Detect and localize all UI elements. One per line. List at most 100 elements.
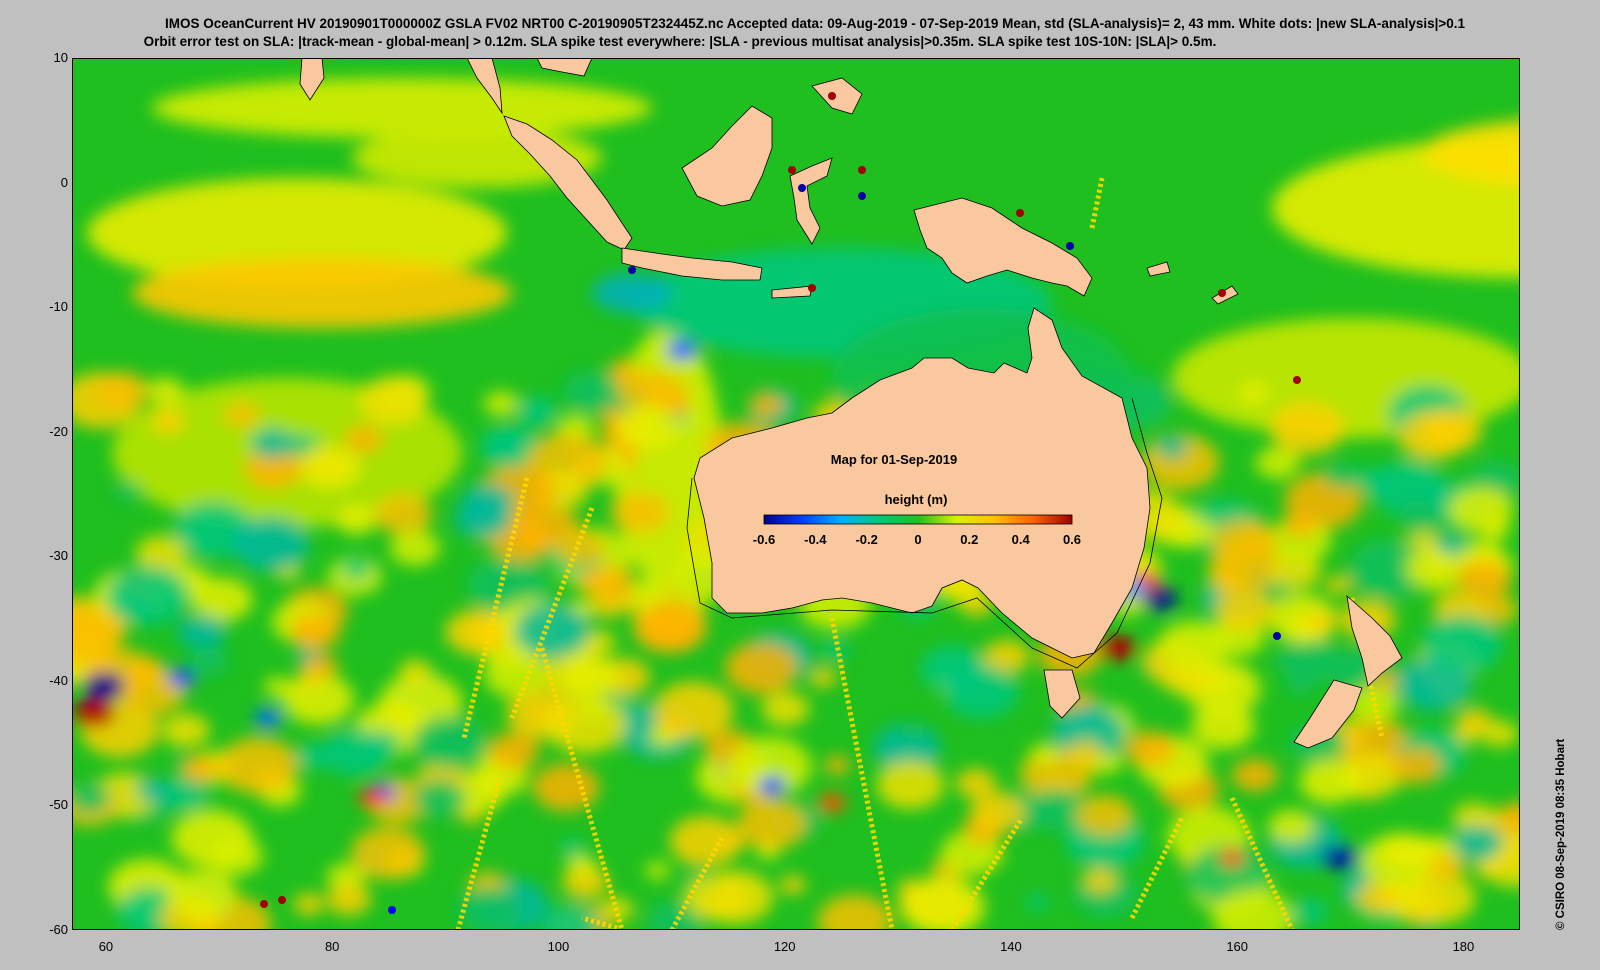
sla-eddy (653, 681, 734, 740)
sla-eddy (823, 755, 851, 775)
sla-eddy (616, 404, 680, 450)
flagged-dot (628, 266, 636, 274)
lat-tick: -60 (49, 922, 68, 937)
flagged-dot (798, 184, 806, 192)
sla-eddy (1231, 758, 1278, 792)
sla-eddy (359, 376, 428, 425)
lon-tick: 80 (324, 939, 340, 954)
sla-eddy (399, 659, 432, 683)
sla-eddy (344, 425, 383, 453)
colorbar-tick: 0 (914, 532, 921, 547)
lat-tick: 10 (53, 50, 68, 65)
colorbar-tick: -0.4 (804, 532, 827, 547)
lon-tick: 120 (773, 939, 796, 954)
sla-eddy (645, 861, 670, 880)
sla-eddy (176, 614, 227, 650)
sla-extreme (358, 789, 386, 807)
sla-eddy (736, 799, 807, 850)
sla-extreme (1322, 846, 1358, 870)
sla-eddy (1435, 533, 1467, 556)
sla-extreme (818, 794, 846, 812)
flagged-dot (788, 166, 796, 174)
sla-extreme (83, 672, 125, 700)
flagged-dot (1016, 209, 1024, 217)
sla-eddy (1124, 730, 1175, 767)
sla-eddy (1157, 620, 1230, 672)
sla-eddy (114, 481, 143, 502)
flagged-dot (1273, 632, 1281, 640)
sla-eddy (326, 883, 372, 916)
sla-eddy (809, 667, 837, 688)
sla-eddy (635, 601, 708, 654)
sla-eddy (1276, 638, 1342, 685)
sla-eddy (1214, 588, 1274, 631)
lon-tick: 60 (98, 939, 114, 954)
sla-eddy (683, 873, 749, 921)
sla-eddy (1283, 512, 1317, 538)
flagged-dot (1218, 289, 1226, 297)
sla-extreme (667, 340, 697, 360)
sla-eddy (516, 396, 558, 426)
flagged-dot (278, 896, 286, 904)
sla-eddy (1452, 824, 1503, 861)
sla-eddy (1398, 500, 1444, 533)
sla-eddy (300, 445, 360, 489)
sla-eddy (150, 409, 186, 434)
sla-eddy (1325, 575, 1353, 595)
sla-eddy (1026, 894, 1050, 911)
sla-eddy (232, 516, 310, 572)
sla-eddy (105, 566, 189, 626)
sla-eddy (412, 716, 486, 769)
sla-eddy (560, 655, 621, 699)
sla-eddy (251, 428, 294, 459)
sla-eddy (1355, 468, 1388, 492)
colorbar (763, 514, 1073, 525)
sla-eddy (374, 494, 433, 536)
sla-eddy (669, 815, 742, 867)
sla-eddy (293, 893, 325, 916)
sla-eddy (350, 826, 426, 880)
sla-eddy (532, 763, 600, 812)
sla-eddy (876, 760, 945, 810)
sla-shelf (592, 273, 672, 313)
sla-eddy (1075, 795, 1134, 837)
sla-eddy (487, 732, 540, 770)
lat-tick: -10 (49, 299, 68, 315)
sla-eddy (554, 529, 606, 567)
sla-extreme (254, 709, 282, 727)
flagged-dot (388, 906, 396, 914)
sla-eddy (336, 505, 377, 535)
sla-eddy (167, 869, 237, 920)
lon-tick: 100 (547, 939, 570, 954)
sla-eddy (341, 558, 372, 580)
sla-eddy (1255, 446, 1301, 479)
credit-text: © CSIRO 08-Sep-2019 08:35 Hobart (1555, 738, 1567, 930)
sla-extreme (758, 777, 786, 795)
sla-eddy (1191, 703, 1255, 750)
sla-eddy (1306, 612, 1337, 633)
sla-eddy (1299, 759, 1363, 805)
sla-eddy (724, 641, 799, 695)
sla-eddy (761, 691, 810, 726)
flagged-dot (828, 92, 836, 100)
sla-eddy (1323, 462, 1360, 489)
sla-eddy (413, 779, 466, 817)
sla-eddy (1405, 872, 1476, 924)
flagged-dot (1066, 242, 1074, 250)
sla-eddy (1448, 487, 1514, 534)
sla-eddy (453, 498, 512, 540)
sla-eddy (610, 491, 670, 534)
sla-eddy (1029, 743, 1060, 766)
sla-eddy (616, 369, 672, 410)
map-date-label: Map for 01-Sep-2019 (831, 452, 957, 467)
sla-eddy (1268, 809, 1316, 844)
sla-extreme (1100, 636, 1136, 660)
sla-eddy (180, 755, 219, 783)
sla-eddy (514, 603, 590, 658)
sla-eddy (1287, 677, 1313, 696)
sla-eddy (580, 699, 608, 719)
colorbar-tick: 0.6 (1063, 532, 1081, 547)
sla-extreme (168, 669, 196, 687)
flagged-dot (260, 900, 268, 908)
sla-eddy (1456, 708, 1493, 735)
